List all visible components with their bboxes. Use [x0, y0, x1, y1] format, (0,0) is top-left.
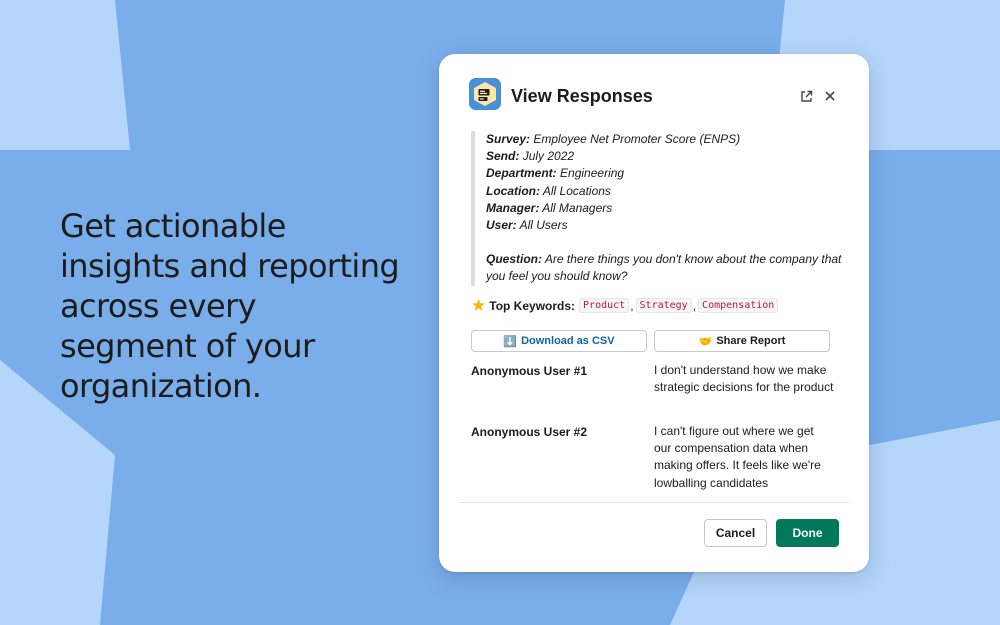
- survey-app-icon: [469, 78, 501, 110]
- keyword-compensation: Compensation: [698, 298, 779, 313]
- keyword-strategy: Strategy: [635, 298, 692, 313]
- headline: Get actionable insights and reporting ac…: [60, 207, 400, 405]
- response-text: I can't figure out where we get our comp…: [654, 424, 821, 490]
- response-text: I don't understand how we make strategic…: [654, 363, 834, 395]
- survey-details-quote: Survey: Employee Net Promoter Score (ENP…: [471, 131, 846, 286]
- detail-survey: Survey: Employee Net Promoter Score (ENP…: [486, 132, 741, 146]
- detail-send: Send: July 2022: [486, 149, 575, 164]
- footer-divider: [459, 502, 849, 503]
- modal-title: View Responses: [511, 86, 653, 106]
- share-report-button[interactable]: 🤝 Share Report: [654, 330, 830, 352]
- detail-user: User: All Users: [486, 218, 568, 233]
- external-link-icon[interactable]: [797, 87, 815, 105]
- cancel-button[interactable]: Cancel: [704, 519, 767, 547]
- keyword-product: Product: [579, 298, 630, 313]
- detail-department: Department: Engineering: [486, 166, 625, 181]
- handshake-icon: 🤝: [698, 335, 713, 348]
- detail-question: Question: Are there things you don't kno…: [486, 252, 842, 284]
- close-icon[interactable]: [821, 87, 839, 105]
- detail-manager: Manager: All Managers: [486, 200, 613, 215]
- response-user: Anonymous User #1: [471, 364, 588, 378]
- detail-location: Location: All Locations: [486, 183, 611, 198]
- done-button[interactable]: Done: [776, 519, 839, 547]
- download-csv-button[interactable]: ⬇️ Download as CSV: [471, 330, 647, 352]
- view-responses-modal: View Responses Survey: Employee Net Prom…: [439, 54, 869, 572]
- star-icon: ★: [471, 296, 487, 315]
- top-keywords: ★ Top Keywords: Product , Strategy , Com…: [471, 296, 779, 315]
- response-user: Anonymous User #2: [471, 425, 588, 439]
- download-icon: ⬇️: [503, 335, 518, 348]
